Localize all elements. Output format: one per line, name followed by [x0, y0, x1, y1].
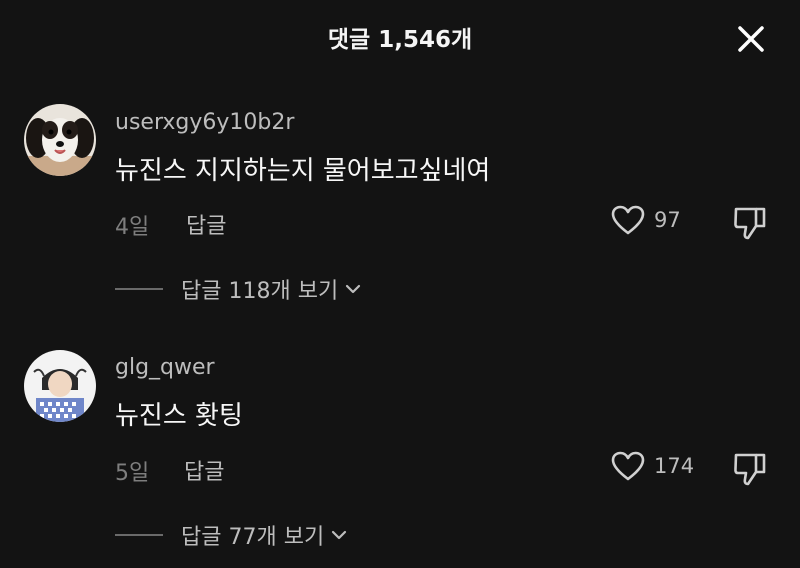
comments-header: 댓글 1,546개	[0, 0, 800, 80]
comments-count-title: 댓글 1,546개	[327, 27, 473, 53]
heart-icon	[611, 205, 645, 235]
thumbs-down-icon	[734, 453, 766, 486]
thumbs-down-icon	[734, 207, 766, 240]
comment-username[interactable]: userxgy6y10b2r	[115, 110, 294, 135]
like-count: 174	[654, 454, 695, 478]
view-replies-label: 답글 118개 보기	[181, 279, 339, 304]
like-count: 97	[654, 208, 681, 232]
dislike-button[interactable]	[730, 448, 770, 488]
comment-text: 뉴진스 지지하는지 물어보고싶네여	[115, 156, 491, 186]
close-button[interactable]	[730, 18, 772, 60]
comment-username[interactable]: glg_qwer	[115, 355, 215, 380]
heart-icon	[611, 451, 645, 481]
like-button[interactable]: 174	[610, 450, 694, 482]
dislike-button[interactable]	[730, 202, 770, 242]
view-replies-label: 답글 77개 보기	[181, 525, 325, 550]
reply-button[interactable]: 답글	[184, 454, 224, 486]
divider	[115, 288, 163, 290]
comment-age: 5일	[115, 461, 150, 486]
divider	[115, 534, 163, 536]
view-replies-button[interactable]: 답글 118개 보기	[115, 273, 362, 305]
chevron-down-icon	[346, 284, 361, 294]
close-icon	[738, 26, 764, 52]
reply-button[interactable]: 답글	[186, 208, 226, 240]
like-button[interactable]: 97	[610, 204, 681, 236]
view-replies-button[interactable]: 답글 77개 보기	[115, 519, 348, 551]
avatar[interactable]	[24, 350, 96, 422]
avatar[interactable]	[24, 104, 96, 176]
comment-text: 뉴진스 홧팅	[115, 401, 243, 431]
comment-age: 4일	[115, 215, 150, 240]
chevron-down-icon	[332, 530, 347, 540]
